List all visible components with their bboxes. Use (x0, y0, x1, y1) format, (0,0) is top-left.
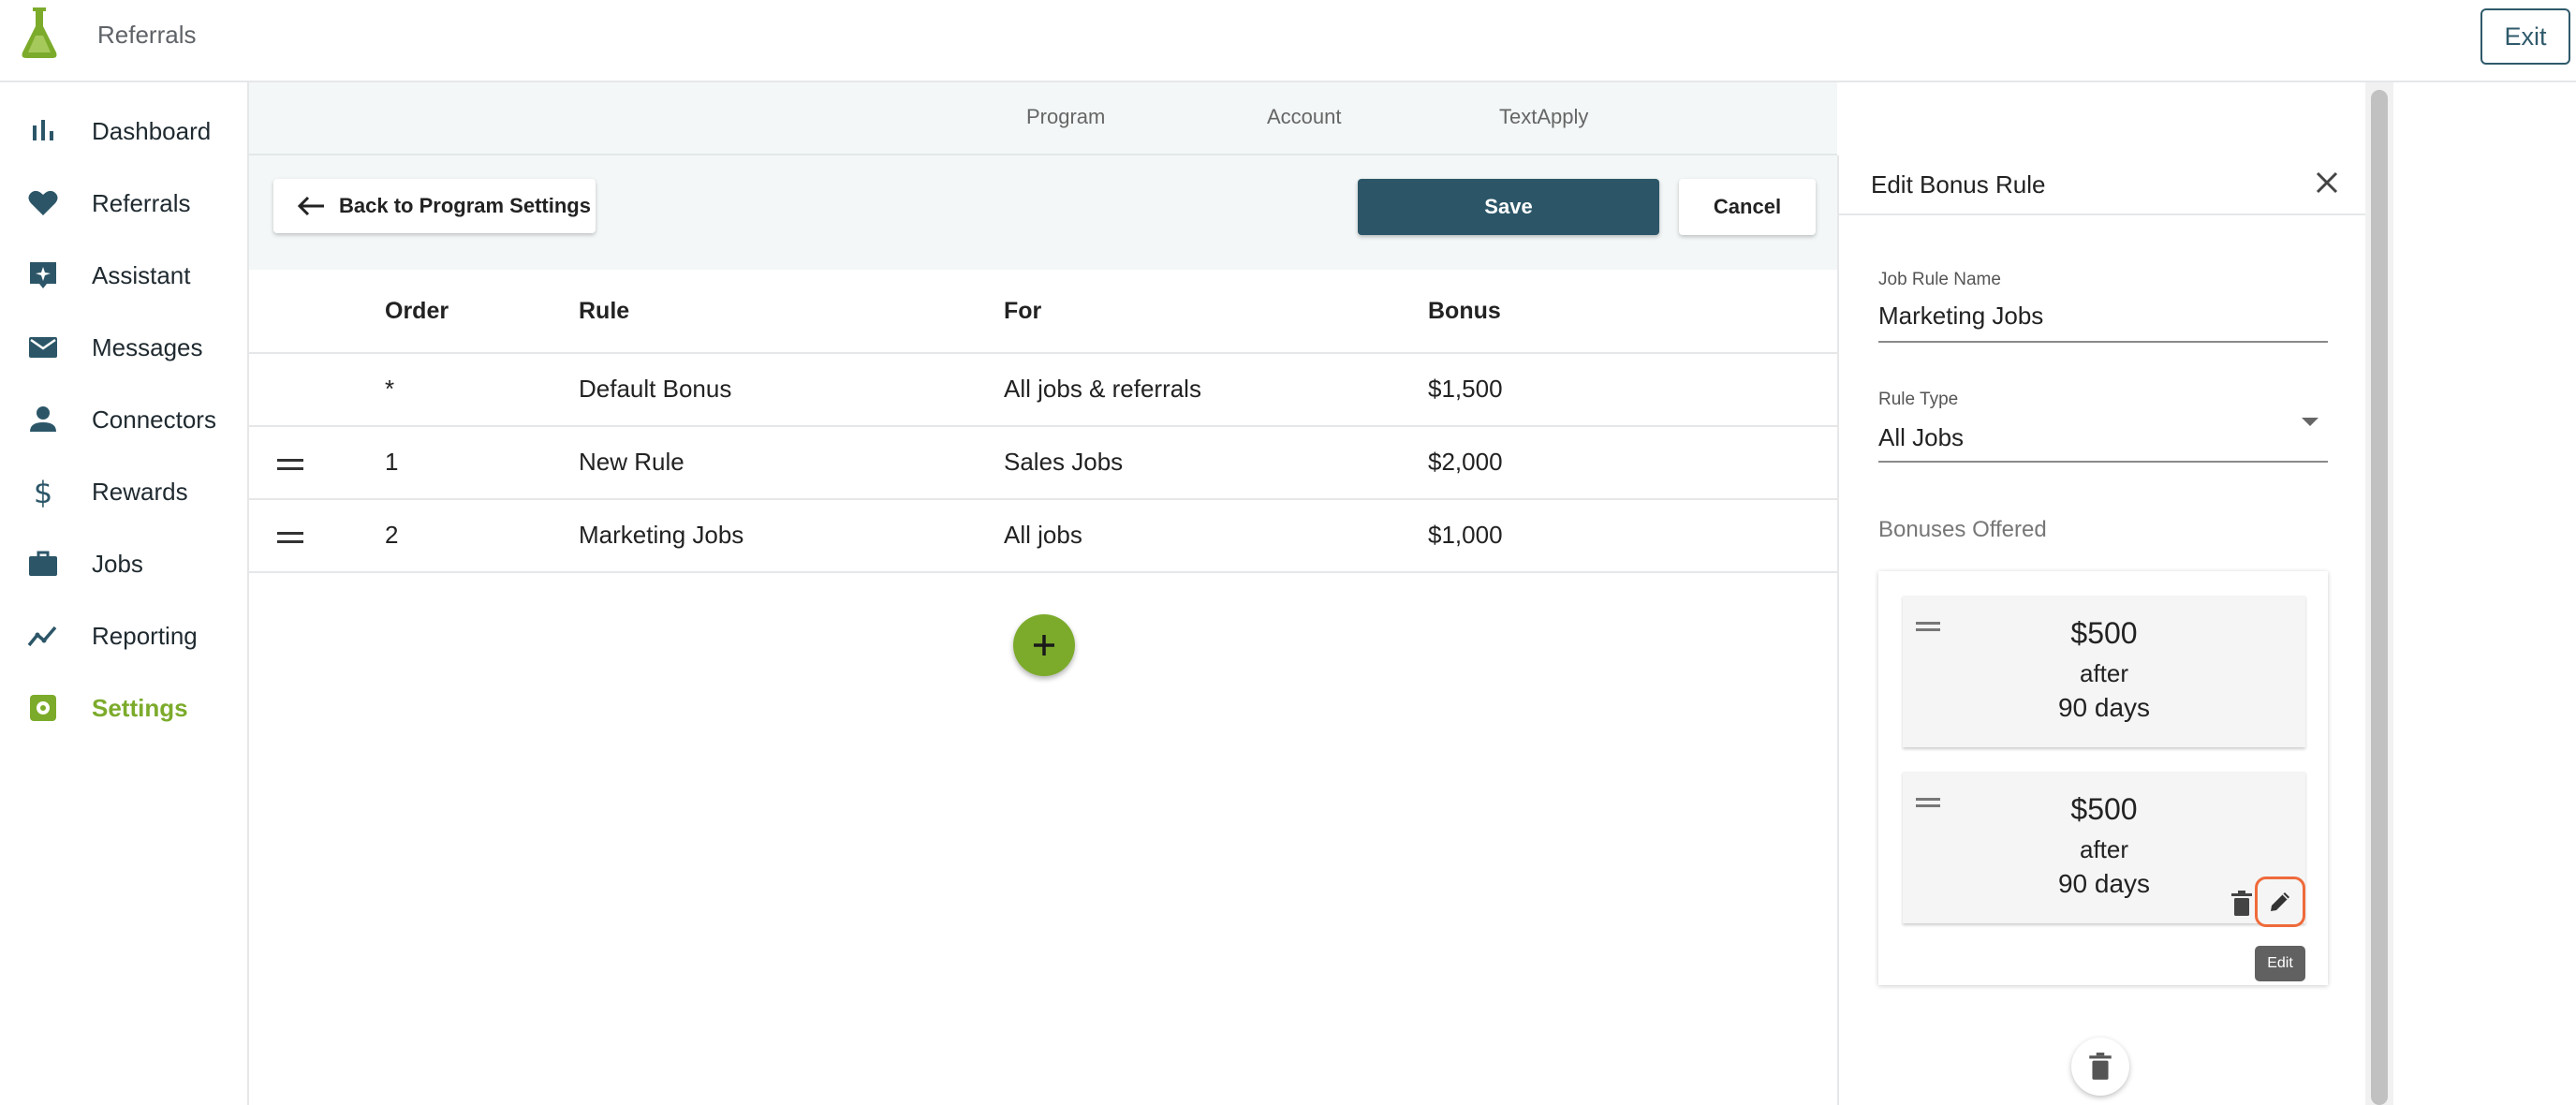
bonus-amount: $500 (2070, 616, 2138, 650)
sidebar-item-messages[interactable]: Messages (0, 319, 247, 376)
sidebar-item-connectors[interactable]: Connectors (0, 391, 247, 448)
rule-type-label: Rule Type (1878, 390, 1959, 409)
sidebar-item-label: Settings (92, 693, 188, 722)
bonus-days: 90 days (2057, 693, 2151, 722)
sidebar: Dashboard Referrals Assistant Messages C… (0, 82, 249, 1105)
job-rule-name-underline (1878, 341, 2328, 343)
cell-bonus: $1,500 (1428, 375, 1503, 403)
briefcase-icon (29, 551, 57, 576)
bonus-card[interactable]: $500 after 90 days (1903, 772, 2305, 927)
cell-order: 2 (385, 521, 399, 549)
column-header-for: For (1004, 298, 1042, 324)
pencil-icon (2271, 892, 2289, 911)
tab-account[interactable]: Account (1267, 105, 1342, 129)
sidebar-item-label: Dashboard (92, 116, 212, 145)
sidebar-item-dashboard[interactable]: Dashboard (0, 103, 247, 159)
bonus-rules-table: Order Rule For Bonus * Default Bonus All… (249, 270, 1837, 573)
bonus-card[interactable]: $500 after 90 days (1903, 596, 2305, 747)
tabs-bar: Program Account TextApply (249, 82, 1837, 155)
back-button-label: Back to Program Settings (339, 194, 591, 217)
top-bar: Referrals Exit (0, 0, 2576, 82)
table-row[interactable]: 2 Marketing Jobs All jobs $1,000 (249, 500, 1837, 573)
bonus-after-text: after (2079, 659, 2129, 687)
arrow-left-icon (297, 196, 324, 216)
tab-textapply[interactable]: TextApply (1499, 105, 1588, 129)
sidebar-item-label: Jobs (92, 549, 143, 578)
heart-icon (28, 190, 58, 215)
svg-text:$: $ (34, 475, 52, 508)
chevron-down-icon[interactable] (2302, 418, 2318, 426)
edit-tooltip: Edit (2255, 946, 2305, 981)
edit-bonus-button[interactable] (2255, 877, 2305, 927)
exit-button[interactable]: Exit (2480, 8, 2570, 65)
sidebar-item-label: Assistant (92, 260, 191, 289)
bonus-amount: $500 (2070, 792, 2138, 826)
tab-program[interactable]: Program (1026, 105, 1105, 129)
bonus-after-text: after (2079, 835, 2129, 863)
gear-icon (30, 695, 56, 721)
plus-icon (1034, 635, 1054, 656)
trash-icon[interactable] (2229, 890, 2255, 918)
cell-for: All jobs (1004, 521, 1082, 549)
scrollbar[interactable] (2365, 82, 2393, 1105)
flask-logo-icon (22, 7, 57, 58)
bar-chart-icon (33, 120, 53, 140)
drag-handle-icon[interactable] (277, 459, 303, 470)
panel-header: Edit Bonus Rule (1839, 155, 2365, 215)
cancel-button[interactable]: Cancel (1679, 179, 1816, 235)
column-header-rule: Rule (579, 298, 630, 324)
drag-handle-icon[interactable] (277, 532, 303, 543)
cell-for: Sales Jobs (1004, 448, 1124, 476)
sidebar-item-label: Rewards (92, 477, 188, 506)
rule-type-underline (1878, 461, 2328, 463)
sidebar-item-settings[interactable]: Settings (0, 680, 247, 736)
mail-icon (29, 337, 57, 358)
sidebar-item-label: Connectors (92, 405, 216, 434)
table-row[interactable]: 1 New Rule Sales Jobs $2,000 (249, 427, 1837, 500)
add-rule-button[interactable] (1013, 614, 1075, 676)
sidebar-item-rewards[interactable]: $ Rewards (0, 464, 247, 520)
app-title: Referrals (97, 21, 197, 49)
sidebar-item-jobs[interactable]: Jobs (0, 536, 247, 592)
main-content: Program Account TextApply Back to Progra… (249, 82, 1837, 1105)
sidebar-item-referrals[interactable]: Referrals (0, 175, 247, 231)
sidebar-item-label: Referrals (92, 188, 191, 217)
sidebar-item-label: Messages (92, 332, 203, 361)
close-icon[interactable] (2311, 167, 2343, 199)
delete-rule-button[interactable] (2071, 1038, 2129, 1096)
job-rule-name-input[interactable]: Marketing Jobs (1878, 302, 2043, 331)
cell-order: 1 (385, 448, 399, 476)
sidebar-item-label: Reporting (92, 621, 198, 650)
table-header: Order Rule For Bonus (249, 270, 1837, 354)
bonuses-list: $500 after 90 days $500 after 90 days (1878, 571, 2328, 985)
cell-bonus: $1,000 (1428, 521, 1503, 549)
save-button[interactable]: Save (1358, 179, 1659, 235)
back-to-program-settings-button[interactable]: Back to Program Settings (273, 179, 596, 233)
assistant-icon (30, 262, 56, 288)
cell-rule: New Rule (579, 448, 684, 476)
sidebar-item-assistant[interactable]: Assistant (0, 247, 247, 303)
trash-icon (2089, 1053, 2112, 1080)
sidebar-item-reporting[interactable]: Reporting (0, 608, 247, 664)
person-icon (30, 406, 56, 432)
job-rule-name-label: Job Rule Name (1878, 270, 2001, 289)
cell-rule: Marketing Jobs (579, 521, 744, 549)
cell-for: All jobs & referrals (1004, 375, 1201, 403)
cell-order: * (385, 375, 395, 403)
trending-icon (27, 626, 57, 647)
column-header-order: Order (385, 298, 449, 324)
scrollbar-thumb[interactable] (2371, 90, 2388, 1105)
cell-rule: Default Bonus (579, 375, 732, 403)
dollar-icon: $ (34, 475, 52, 508)
bonuses-offered-label: Bonuses Offered (1878, 517, 2047, 542)
column-header-bonus: Bonus (1428, 298, 1501, 324)
table-row[interactable]: * Default Bonus All jobs & referrals $1,… (249, 354, 1837, 427)
cell-bonus: $2,000 (1428, 448, 1503, 476)
rule-type-select[interactable]: All Jobs (1878, 423, 1964, 452)
panel-title: Edit Bonus Rule (1871, 170, 2046, 199)
